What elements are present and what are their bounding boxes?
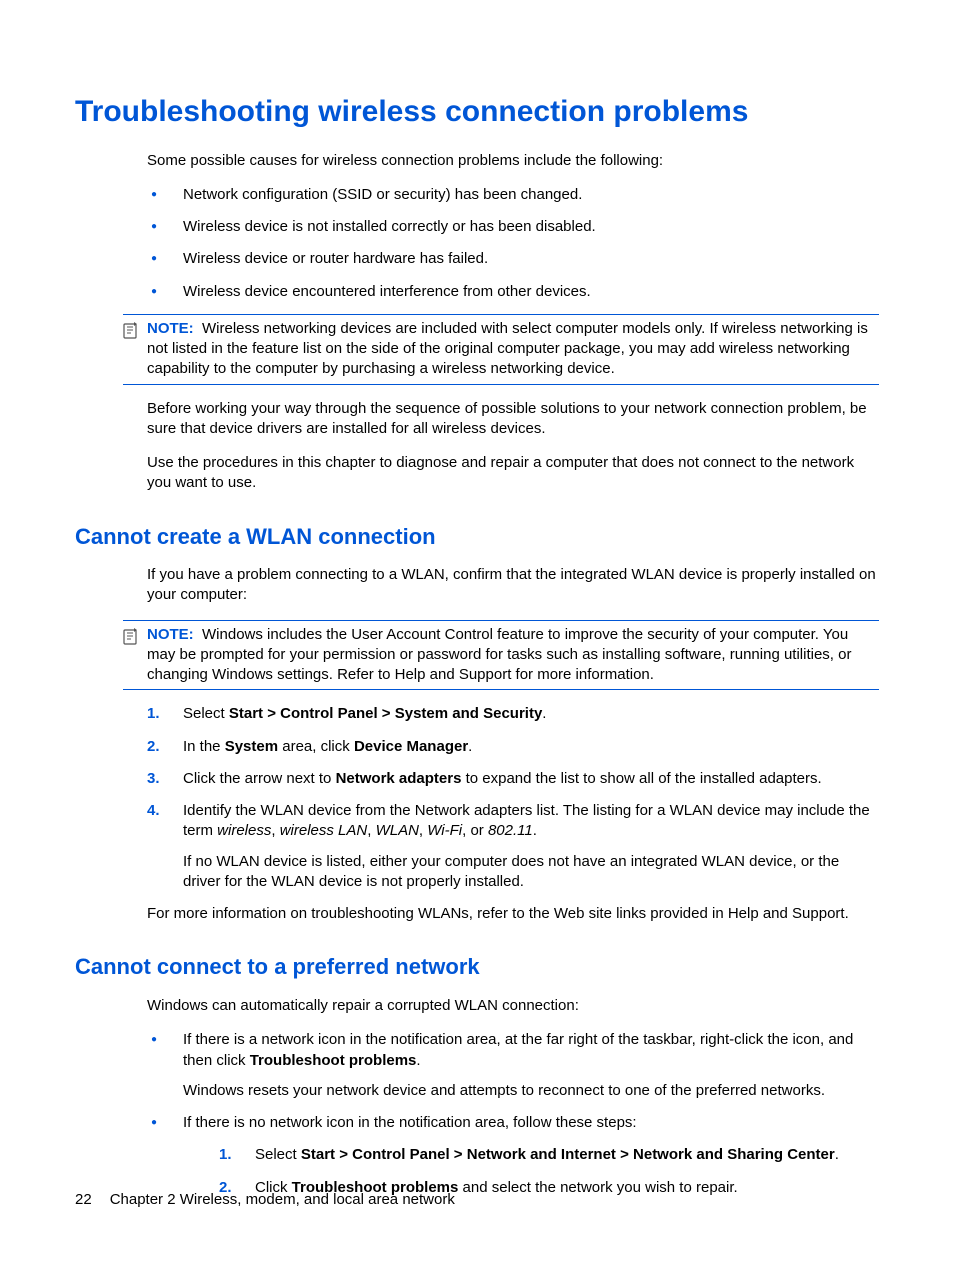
page-footer: 22 Chapter 2 Wireless, modem, and local a… (75, 1190, 455, 1210)
page-number: 22 (75, 1191, 92, 1208)
paragraph: Windows can automatically repair a corru… (147, 996, 879, 1016)
note-text: Windows includes the User Account Contro… (147, 626, 851, 684)
list-item: If there is no network icon in the notif… (147, 1113, 879, 1198)
note-callout: NOTE: Wireless networking devices are in… (123, 314, 879, 385)
list-item: Wireless device is not installed correct… (147, 217, 879, 237)
list-item: Network configuration (SSID or security)… (147, 185, 879, 205)
paragraph: Windows resets your network device and a… (183, 1081, 879, 1101)
note-text: Wireless networking devices are included… (147, 320, 868, 378)
list-item: If there is a network icon in the notifi… (147, 1030, 879, 1101)
steps-list: Select Start > Control Panel > System an… (147, 704, 879, 892)
paragraph: If no WLAN device is listed, either your… (183, 852, 879, 893)
paragraph: Before working your way through the sequ… (147, 399, 879, 440)
list-item: Select Start > Control Panel > Network a… (219, 1145, 879, 1165)
paragraph: If you have a problem connecting to a WL… (147, 565, 879, 606)
list-item: Identify the WLAN device from the Networ… (147, 801, 879, 892)
chapter-label: Chapter 2 Wireless, modem, and local are… (110, 1191, 455, 1208)
list-item: Wireless device encountered interference… (147, 282, 879, 302)
list-item: Click the arrow next to Network adapters… (147, 769, 879, 789)
note-label: NOTE: (147, 626, 194, 643)
section-heading: Cannot connect to a preferred network (75, 952, 879, 982)
note-label: NOTE: (147, 320, 194, 337)
page-title: Troubleshooting wireless connection prob… (75, 92, 879, 133)
paragraph: Use the procedures in this chapter to di… (147, 453, 879, 494)
bullet-list: If there is a network icon in the notifi… (147, 1030, 879, 1198)
note-icon (123, 627, 141, 645)
note-icon (123, 321, 141, 339)
intro-text: Some possible causes for wireless connec… (147, 151, 879, 171)
list-item: Select Start > Control Panel > System an… (147, 704, 879, 724)
note-callout: NOTE: Windows includes the User Account … (123, 620, 879, 691)
causes-list: Network configuration (SSID or security)… (147, 185, 879, 302)
section-heading: Cannot create a WLAN connection (75, 522, 879, 552)
paragraph: For more information on troubleshooting … (147, 904, 879, 924)
list-item: In the System area, click Device Manager… (147, 737, 879, 757)
list-item: Wireless device or router hardware has f… (147, 249, 879, 269)
